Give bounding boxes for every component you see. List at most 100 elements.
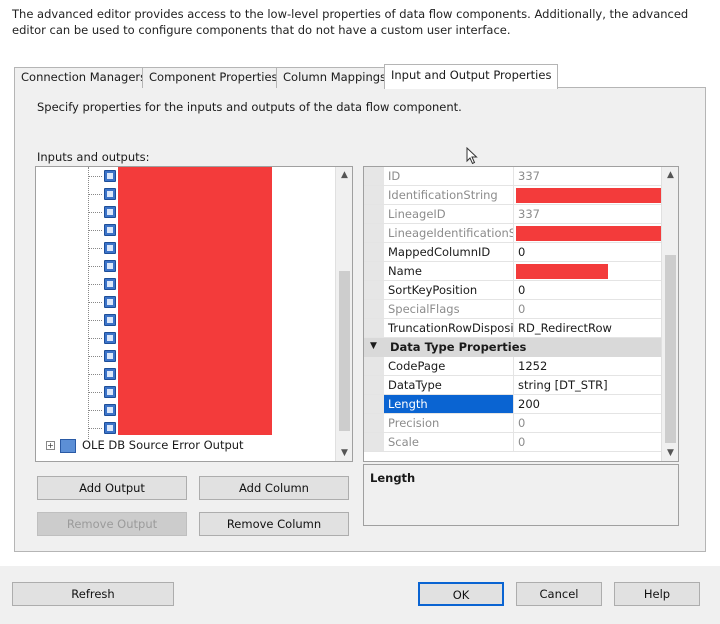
property-row[interactable]: ID 337: [364, 167, 663, 186]
tree-connector: [88, 230, 102, 231]
column-icon: [104, 278, 116, 290]
column-icon: [104, 350, 116, 362]
property-value[interactable]: 337: [514, 205, 663, 223]
row-gutter: [364, 262, 384, 280]
redacted-value: [516, 226, 666, 241]
row-gutter: [364, 186, 384, 204]
tab-bar: Connection Managers Component Properties…: [14, 64, 706, 89]
property-name: TruncationRowDisposit: [384, 319, 514, 337]
column-icon: [104, 332, 116, 344]
panel-description: Specify properties for the inputs and ou…: [37, 100, 462, 114]
tab-content-panel: Specify properties for the inputs and ou…: [14, 88, 706, 552]
cancel-button[interactable]: Cancel: [516, 582, 602, 606]
property-value[interactable]: 0: [514, 300, 663, 318]
row-gutter: [364, 414, 384, 432]
property-value[interactable]: 337: [514, 167, 663, 185]
property-name: ID: [384, 167, 514, 185]
property-row[interactable]: LineageID 337: [364, 205, 663, 224]
property-grid[interactable]: ID 337 IdentificationString LineageID 337 Lin…: [363, 166, 679, 462]
scroll-thumb[interactable]: [665, 255, 676, 443]
redacted-column-names: [118, 167, 272, 435]
scroll-up-icon[interactable]: ▲: [336, 170, 352, 180]
row-gutter: [364, 395, 384, 413]
property-value[interactable]: 1252: [514, 357, 663, 375]
tree-connector: [88, 266, 102, 267]
property-description-box: Length: [363, 464, 679, 526]
tree-connector: [88, 302, 102, 303]
property-row[interactable]: Name: [364, 262, 663, 281]
property-row[interactable]: CodePage 1252: [364, 357, 663, 376]
scroll-thumb[interactable]: [339, 271, 350, 431]
column-icon: [104, 170, 116, 182]
property-value[interactable]: 0: [514, 433, 663, 451]
property-value[interactable]: 0: [514, 414, 663, 432]
row-gutter: [364, 376, 384, 394]
property-row[interactable]: SpecialFlags 0: [364, 300, 663, 319]
property-row[interactable]: MappedColumnID 0: [364, 243, 663, 262]
property-value[interactable]: 0: [514, 243, 663, 261]
property-row[interactable]: Scale 0: [364, 433, 663, 452]
property-row[interactable]: Length 200: [364, 395, 663, 414]
property-row[interactable]: Precision 0: [364, 414, 663, 433]
scroll-down-icon[interactable]: ▼: [336, 448, 352, 458]
remove-column-button[interactable]: Remove Column: [199, 512, 349, 536]
property-name: SortKeyPosition: [384, 281, 514, 299]
property-value[interactable]: RD_RedirectRow: [514, 319, 663, 337]
property-row[interactable]: LineageIdentificationSt: [364, 224, 666, 243]
row-gutter: [364, 319, 384, 337]
column-icon: [104, 422, 116, 434]
error-output-label: OLE DB Source Error Output: [82, 438, 244, 452]
scroll-down-icon[interactable]: ▼: [662, 448, 678, 458]
tab-column-mappings[interactable]: Column Mappings: [276, 67, 394, 88]
property-row[interactable]: DataType string [DT_STR]: [364, 376, 663, 395]
category-data-type-properties[interactable]: ▼ Data Type Properties: [364, 338, 663, 357]
column-icon: [104, 368, 116, 380]
tree-connector: [88, 410, 102, 411]
property-name: Length: [384, 395, 514, 413]
property-row[interactable]: SortKeyPosition 0: [364, 281, 663, 300]
tab-component-properties[interactable]: Component Properties: [142, 67, 285, 88]
help-button[interactable]: Help: [614, 582, 700, 606]
intro-text: The advanced editor provides access to t…: [12, 7, 689, 37]
property-name: SpecialFlags: [384, 300, 514, 318]
property-row[interactable]: TruncationRowDisposit RD_RedirectRow: [364, 319, 663, 338]
remove-output-button[interactable]: Remove Output: [37, 512, 187, 536]
property-name: Name: [384, 262, 514, 280]
property-value[interactable]: 200: [514, 395, 663, 413]
tree-connector: [88, 392, 102, 393]
add-output-button[interactable]: Add Output: [37, 476, 187, 500]
inputs-outputs-label: Inputs and outputs:: [37, 150, 150, 164]
property-name: DataType: [384, 376, 514, 394]
property-name: LineageIdentificationSt: [384, 224, 514, 242]
inputs-outputs-tree[interactable]: + OLE DB Source Error Output ▲ ▼: [35, 166, 353, 462]
expand-icon[interactable]: +: [46, 441, 55, 450]
row-gutter: [364, 205, 384, 223]
row-gutter: [364, 281, 384, 299]
row-gutter: [364, 167, 384, 185]
column-icon: [104, 188, 116, 200]
column-icon: [104, 386, 116, 398]
tree-connector: [88, 356, 102, 357]
property-value[interactable]: string [DT_STR]: [514, 376, 663, 394]
scroll-up-icon[interactable]: ▲: [662, 170, 678, 180]
add-column-button[interactable]: Add Column: [199, 476, 349, 500]
tab-connection-managers[interactable]: Connection Managers: [14, 67, 154, 88]
column-icon: [104, 296, 116, 308]
refresh-button[interactable]: Refresh: [12, 582, 174, 606]
tab-input-output-properties[interactable]: Input and Output Properties: [384, 64, 559, 89]
tree-scrollbar[interactable]: ▲ ▼: [335, 167, 352, 461]
property-row[interactable]: IdentificationString: [364, 186, 663, 205]
row-gutter: [364, 224, 384, 242]
redacted-value: [516, 188, 662, 203]
ok-button[interactable]: OK: [418, 582, 504, 606]
property-name: LineageID: [384, 205, 514, 223]
tree-connector: [88, 284, 102, 285]
property-description-title: Length: [370, 471, 416, 485]
row-gutter: [364, 357, 384, 375]
grid-scrollbar[interactable]: ▲ ▼: [661, 167, 678, 461]
tree-connector: [88, 212, 102, 213]
mouse-cursor-icon: [466, 147, 478, 165]
tree-connector: [88, 176, 102, 177]
property-value[interactable]: 0: [514, 281, 663, 299]
collapse-icon[interactable]: ▼: [370, 341, 377, 351]
